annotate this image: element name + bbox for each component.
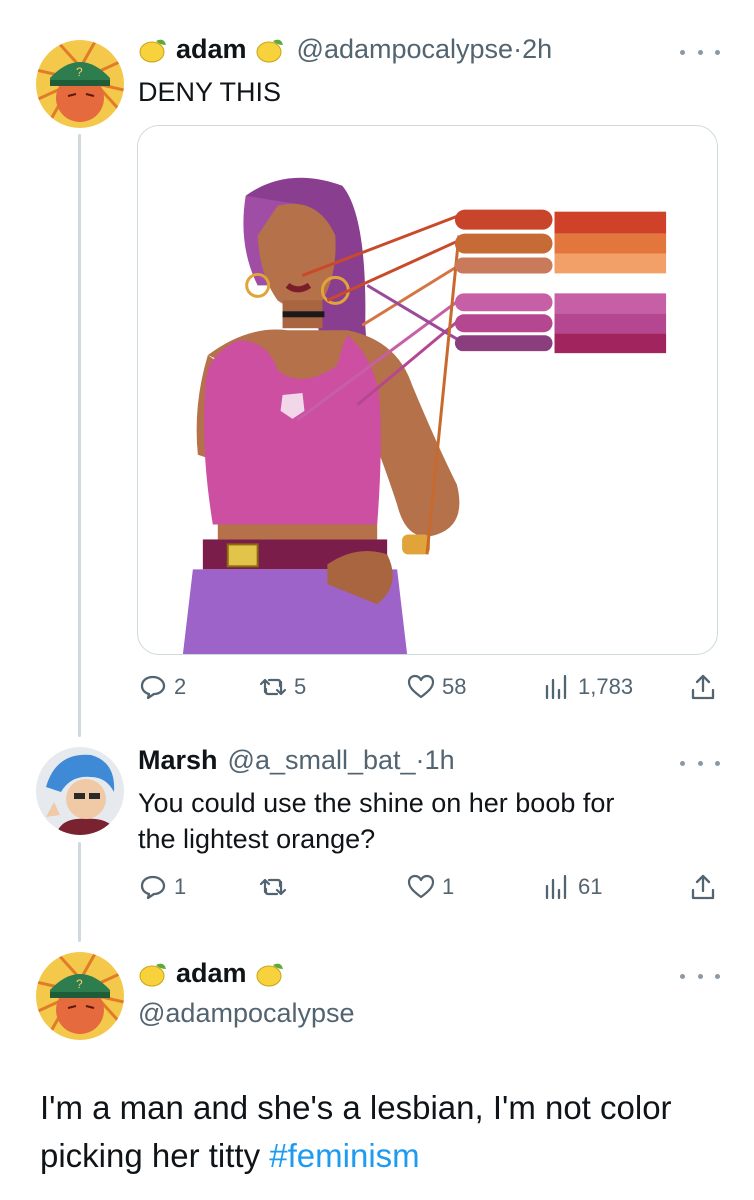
tweet-3-focused[interactable]: ? adam @adampocalypse I'm a man and she'… bbox=[0, 940, 754, 1200]
tweet-actions: 1 1 61 bbox=[138, 869, 723, 905]
dot-separator: · bbox=[415, 745, 425, 775]
user-handle[interactable]: @adampocalypse bbox=[138, 998, 355, 1029]
reply-button[interactable]: 1 bbox=[138, 869, 186, 905]
display-name[interactable]: Marsh bbox=[138, 745, 218, 776]
user-handle[interactable]: @adampocalypse bbox=[297, 34, 514, 65]
svg-text:?: ? bbox=[76, 65, 83, 79]
tweet-text-line-1: I'm a man and she's a lesbian, I'm not c… bbox=[40, 1089, 672, 1126]
like-icon bbox=[407, 874, 435, 899]
retweet-button[interactable]: 5 bbox=[258, 669, 306, 705]
reply-count: 1 bbox=[174, 874, 187, 899]
share-icon bbox=[691, 874, 715, 900]
lemon-emoji-icon bbox=[255, 959, 285, 989]
like-count: 1 bbox=[442, 874, 455, 899]
reply-count: 2 bbox=[174, 674, 187, 699]
views-icon bbox=[545, 674, 567, 700]
display-name[interactable]: adam bbox=[176, 34, 247, 65]
tweet-header: adam @adampocalypse · 2h bbox=[138, 34, 552, 65]
tweet-text-line-1: You could use the shine on her boob for bbox=[138, 788, 615, 818]
retweet-icon bbox=[259, 678, 287, 696]
more-dots-icon[interactable] bbox=[680, 755, 720, 771]
reply-icon bbox=[140, 675, 166, 700]
user-handle-row: @adampocalypse bbox=[138, 998, 355, 1029]
tweet-2[interactable]: Marsh @a_small_bat_ · 1h You could use t… bbox=[0, 735, 754, 915]
views-button[interactable]: 1,783 bbox=[542, 669, 633, 705]
like-button[interactable]: 1 bbox=[406, 869, 454, 905]
share-button[interactable] bbox=[688, 669, 724, 705]
lemon-emoji-icon bbox=[138, 959, 168, 989]
more-dots-icon[interactable] bbox=[680, 44, 720, 60]
hashtag-link[interactable]: #feminism bbox=[269, 1137, 419, 1174]
views-count: 1,783 bbox=[578, 674, 634, 699]
tweet-text-line-2: picking her titty #feminism bbox=[40, 1132, 730, 1180]
views-count: 61 bbox=[578, 874, 603, 899]
retweet-icon bbox=[259, 878, 287, 896]
display-name[interactable]: adam bbox=[176, 958, 247, 989]
views-icon bbox=[545, 874, 567, 900]
user-handle[interactable]: @a_small_bat_ bbox=[228, 745, 416, 776]
avatar-adam[interactable]: ? bbox=[36, 40, 124, 128]
more-dots-icon[interactable] bbox=[680, 968, 720, 984]
retweet-button[interactable] bbox=[258, 869, 294, 905]
tweet-1[interactable]: ? adam @adampocalypse · 2h DENY THIS 2 5… bbox=[0, 0, 754, 720]
tweet-header: Marsh @a_small_bat_ · 1h bbox=[138, 745, 455, 776]
retweet-count: 5 bbox=[294, 674, 307, 699]
like-count: 58 bbox=[442, 674, 467, 699]
reply-icon bbox=[140, 875, 166, 900]
tweet-text: DENY THIS bbox=[138, 77, 282, 107]
share-button[interactable] bbox=[688, 869, 724, 905]
like-button[interactable]: 58 bbox=[406, 669, 466, 705]
tweet-text: picking her titty bbox=[40, 1137, 270, 1174]
tweet-header: adam bbox=[138, 958, 285, 989]
tweet-text-line-2: the lightest orange? bbox=[138, 824, 376, 854]
tweet-actions: 2 5 58 1,783 bbox=[138, 669, 723, 705]
tweet-image[interactable] bbox=[137, 125, 718, 655]
lemon-emoji-icon bbox=[138, 35, 168, 65]
timestamp[interactable]: 1h bbox=[425, 745, 455, 776]
views-button[interactable]: 61 bbox=[542, 869, 602, 905]
reply-button[interactable]: 2 bbox=[138, 669, 186, 705]
avatar-marsh[interactable] bbox=[36, 747, 124, 835]
share-icon bbox=[691, 674, 715, 700]
timestamp[interactable]: 2h bbox=[522, 34, 552, 65]
like-icon bbox=[407, 674, 435, 699]
svg-text:?: ? bbox=[76, 977, 83, 991]
avatar-adam[interactable]: ? bbox=[36, 952, 124, 1040]
dot-separator: · bbox=[513, 34, 523, 64]
lemon-emoji-icon bbox=[255, 35, 285, 65]
